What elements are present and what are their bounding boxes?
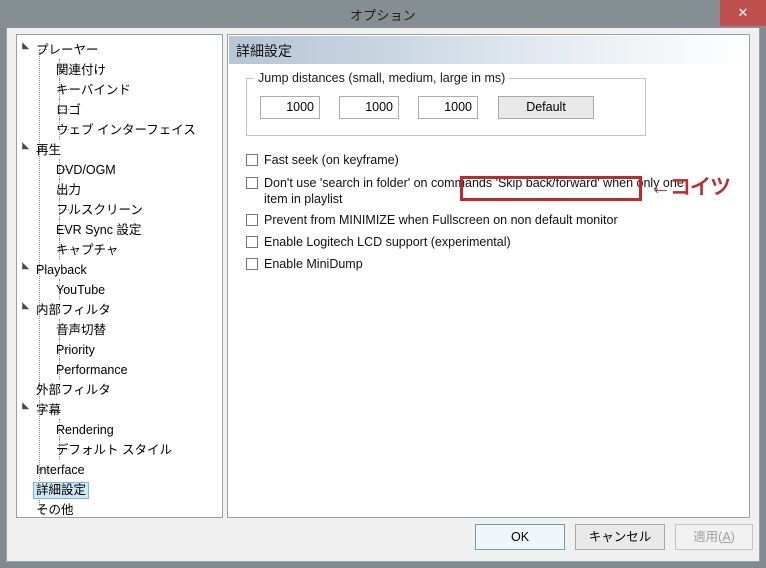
tree-item-label: プレーヤー: [36, 43, 99, 57]
checkbox-prevent-minimize[interactable]: [246, 214, 258, 226]
close-icon[interactable]: ✕: [720, 0, 766, 26]
tree-item-2[interactable]: キーバインド: [17, 79, 222, 99]
tree-item-label: 音声切替: [56, 323, 107, 337]
tree-item-label: キャプチャ: [56, 243, 119, 257]
tree-item-label: 内部フィルタ: [36, 303, 111, 317]
tree-item-6[interactable]: DVD/OGM: [17, 159, 222, 179]
tree-item-label: Interface: [36, 463, 85, 477]
tree-item-label: 外部フィルタ: [36, 383, 111, 397]
cancel-button[interactable]: キャンセル: [575, 524, 665, 550]
options-dialog-window: オプション ✕ プレーヤー関連付けキーバインド ロゴウェブ インターフェイス再生 D…: [0, 0, 766, 568]
tree-item-4[interactable]: ウェブ インターフェイス: [17, 119, 222, 139]
tree-item-15[interactable]: Priority: [17, 339, 222, 359]
tree-item-12[interactable]: YouTube: [17, 279, 222, 299]
tree-item-label: フルスクリーン: [56, 203, 143, 217]
tree-item-9[interactable]: EVR Sync 設定: [17, 219, 222, 239]
tree-item-23[interactable]: その他: [17, 499, 222, 517]
tree-item-label: Rendering: [56, 423, 114, 437]
tree-item-label: EVR Sync 設定: [56, 223, 142, 237]
tree-item-label: Priority: [56, 343, 95, 357]
tree-item-label: ウェブ インターフェイス: [56, 123, 196, 137]
jump-distance-small-input[interactable]: 1000: [260, 96, 320, 119]
tree-item-14[interactable]: 音声切替: [17, 319, 222, 339]
expander-triangle-icon[interactable]: [19, 405, 28, 414]
tree-item-0[interactable]: プレーヤー: [17, 39, 222, 59]
tree-item-label: 詳細設定: [33, 482, 90, 499]
expander-triangle-icon[interactable]: [19, 265, 28, 274]
tree-item-label: Playback: [36, 263, 87, 277]
expander-triangle-icon[interactable]: [19, 145, 28, 154]
jump-distance-large-input[interactable]: 1000: [418, 96, 478, 119]
checkbox-row-minidump[interactable]: Enable MiniDump: [246, 256, 363, 272]
tree-item-18[interactable]: 字幕: [17, 399, 222, 419]
apply-label-key: A: [722, 530, 731, 544]
window-title: オプション: [349, 8, 416, 23]
tree-item-label: Performance: [56, 363, 128, 377]
expander-triangle-icon[interactable]: [19, 45, 28, 54]
checkbox-row-no-search-in-folder[interactable]: Don't use 'search in folder' on commands…: [246, 175, 692, 207]
checkbox-row-fast-seek[interactable]: Fast seek (on keyframe): [246, 152, 399, 168]
expander-triangle-icon[interactable]: [19, 305, 28, 314]
checkbox-no-search-in-folder[interactable]: [246, 177, 258, 189]
tree-item-20[interactable]: デフォルト スタイル: [17, 439, 222, 459]
tree-item-10[interactable]: キャプチャ: [17, 239, 222, 259]
settings-detail-panel: 詳細設定 Jump distances (small, medium, larg…: [227, 34, 750, 518]
checkbox-row-logitech-lcd[interactable]: Enable Logitech LCD support (experimenta…: [246, 234, 511, 250]
tree-item-22[interactable]: 詳細設定: [17, 479, 222, 499]
jump-distance-medium-input[interactable]: 1000: [339, 96, 399, 119]
title-bar: オプション ✕: [0, 0, 766, 28]
dialog-body: プレーヤー関連付けキーバインド ロゴウェブ インターフェイス再生 DVD/OGM 出力…: [6, 28, 760, 562]
jump-distances-group-label: Jump distances (small, medium, large in …: [254, 71, 510, 85]
checkbox-label-no-search-in-folder: Don't use 'search in folder' on commands…: [264, 176, 684, 206]
checkbox-minidump[interactable]: [246, 258, 258, 270]
apply-button[interactable]: 適用(A): [675, 524, 753, 550]
tree-item-label: 再生: [36, 143, 62, 157]
tree-item-11[interactable]: Playback: [17, 259, 222, 279]
tree-item-label: キーバインド: [56, 83, 131, 97]
tree-item-19[interactable]: Rendering: [17, 419, 222, 439]
panel-title: 詳細設定: [236, 43, 292, 59]
panel-header-band: 詳細設定: [229, 36, 748, 64]
tree-item-13[interactable]: 内部フィルタ: [17, 299, 222, 319]
tree-item-21[interactable]: Interface: [17, 459, 222, 479]
tree-item-label: 出力: [56, 183, 82, 197]
tree-item-16[interactable]: Performance: [17, 359, 222, 379]
checkbox-row-prevent-minimize[interactable]: Prevent from MINIMIZE when Fullscreen on…: [246, 212, 618, 228]
checkbox-label-fast-seek: Fast seek (on keyframe): [264, 153, 399, 167]
tree-item-label: YouTube: [56, 283, 106, 297]
tree-item-label: その他: [36, 503, 74, 517]
tree-item-label: DVD/OGM: [56, 163, 116, 177]
checkbox-label-logitech-lcd: Enable Logitech LCD support (experimenta…: [264, 235, 511, 249]
tree-item-17[interactable]: 外部フィルタ: [17, 379, 222, 399]
apply-label-suffix: ): [730, 530, 735, 544]
tree-item-label: ロゴ: [56, 103, 82, 117]
tree-item-label: 字幕: [36, 403, 62, 417]
settings-tree[interactable]: プレーヤー関連付けキーバインド ロゴウェブ インターフェイス再生 DVD/OGM 出力…: [16, 34, 223, 518]
ok-button[interactable]: OK: [475, 524, 565, 550]
tree-item-label: デフォルト スタイル: [56, 443, 172, 457]
tree-item-label: 関連付け: [56, 63, 107, 77]
default-button[interactable]: Default: [498, 96, 594, 119]
tree-item-5[interactable]: 再生: [17, 139, 222, 159]
annotation-arrow-label: ←コイツ: [650, 176, 731, 199]
tree-item-3[interactable]: ロゴ: [17, 99, 222, 119]
checkbox-label-prevent-minimize: Prevent from MINIMIZE when Fullscreen on…: [264, 213, 618, 227]
tree-item-1[interactable]: 関連付け: [17, 59, 222, 79]
checkbox-logitech-lcd[interactable]: [246, 236, 258, 248]
checkbox-label-minidump: Enable MiniDump: [264, 257, 363, 271]
tree-item-7[interactable]: 出力: [17, 179, 222, 199]
checkbox-fast-seek[interactable]: [246, 154, 258, 166]
tree-item-8[interactable]: フルスクリーン: [17, 199, 222, 219]
apply-label-prefix: 適用(: [693, 530, 723, 544]
